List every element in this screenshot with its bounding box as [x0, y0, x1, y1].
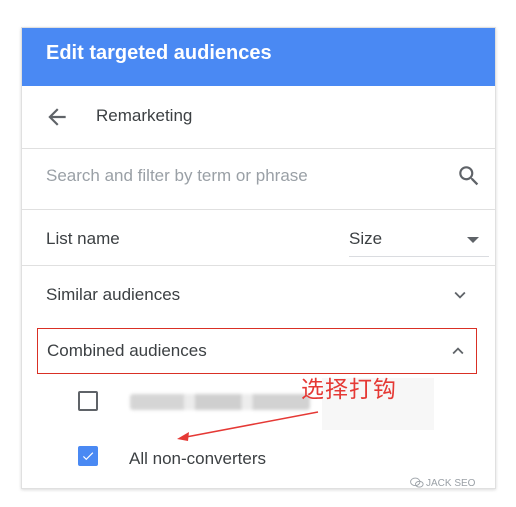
annotation-arrow	[177, 411, 319, 441]
wechat-icon	[410, 477, 424, 488]
watermark-text: JACK SEO	[426, 478, 476, 489]
annotation-text: 选择打钩	[301, 377, 397, 403]
